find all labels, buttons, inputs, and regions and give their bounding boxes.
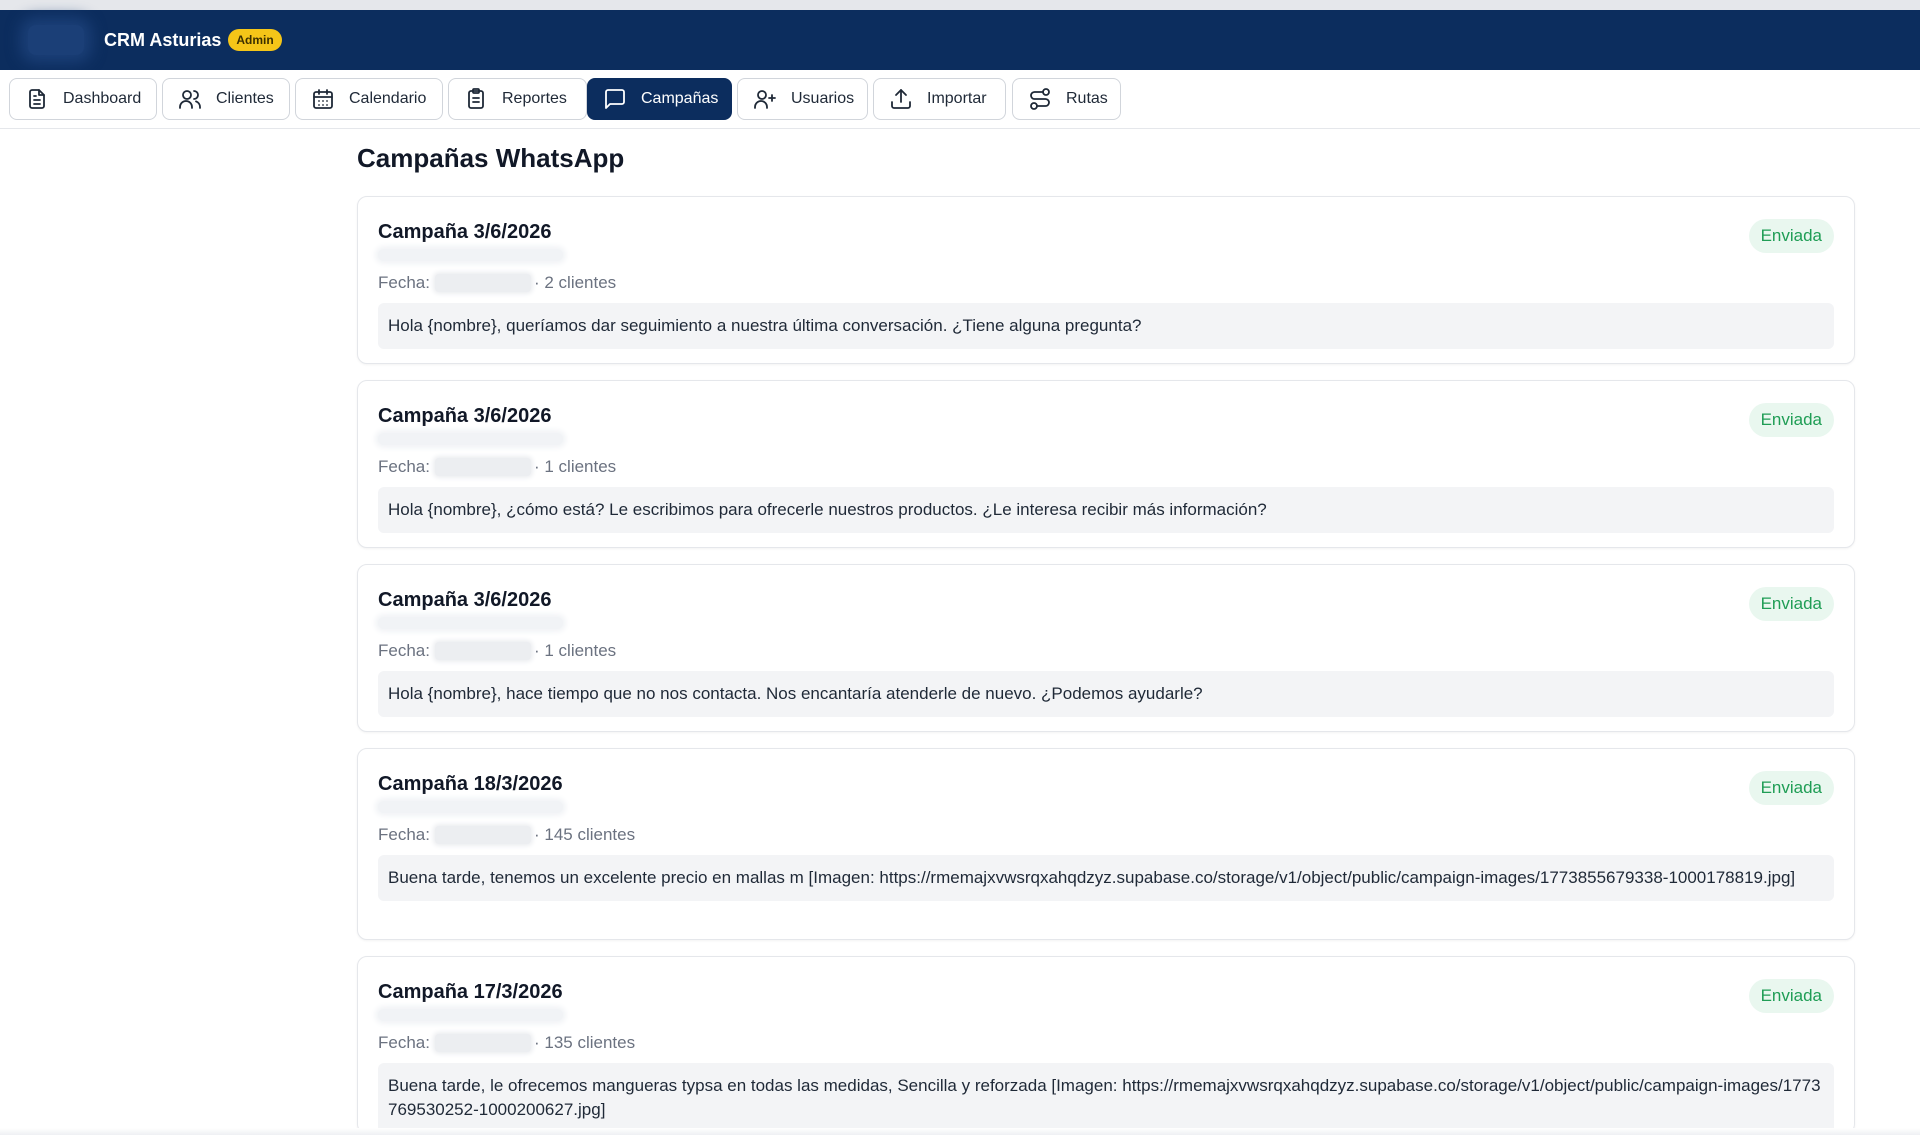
nav-label: Dashboard — [63, 90, 142, 107]
campaign-message: Hola {nombre}, hace tiempo que no nos co… — [378, 671, 1834, 717]
campaign-message: Hola {nombre}, queríamos dar seguimiento… — [378, 303, 1834, 349]
users-icon — [179, 90, 201, 109]
nav-calendario[interactable]: Calendario — [295, 78, 443, 120]
blurred-date — [434, 642, 531, 660]
nav-label: Usuarios — [791, 90, 855, 107]
blurred-subtitle — [378, 249, 563, 261]
date-label: Fecha: — [378, 825, 430, 844]
document-icon — [29, 89, 45, 109]
campaign-card: Campaña 3/6/2026 Enviada Fecha: · 2 clie… — [357, 196, 1855, 364]
calendar-icon — [313, 89, 333, 109]
clipboard-icon — [468, 88, 484, 109]
campaign-title: Campaña 3/6/2026 — [378, 405, 552, 427]
blurred-subtitle — [378, 1009, 563, 1021]
status-badge: Enviada — [1748, 403, 1834, 437]
blurred-date — [434, 1034, 531, 1052]
blurred-subtitle — [378, 801, 563, 813]
blurred-logo — [28, 25, 84, 55]
blurred-date — [434, 274, 531, 292]
route-icon — [1030, 88, 1050, 110]
nav-label: Calendario — [349, 90, 427, 107]
date-label: Fecha: — [378, 641, 430, 660]
campaign-meta: Fecha: · 1 clientes — [378, 457, 616, 477]
user-plus-icon — [754, 90, 776, 109]
status-badge: Enviada — [1748, 219, 1834, 253]
page-title: Campañas WhatsApp — [357, 143, 625, 173]
nav-dashboard[interactable]: Dashboard — [9, 78, 157, 120]
campaign-meta: Fecha: · 2 clientes — [378, 273, 616, 293]
app-title: CRM Asturias — [104, 29, 222, 50]
nav-label: Clientes — [216, 90, 274, 107]
campaign-meta: Fecha: · 1 clientes — [378, 641, 616, 661]
campaign-title: Campaña 18/3/2026 — [378, 773, 563, 795]
campaign-message: Buena tarde, tenemos un excelente precio… — [378, 855, 1834, 901]
main-nav: Dashboard Clientes Calendario Reportes C… — [0, 70, 1920, 129]
nav-rutas[interactable]: Rutas — [1012, 78, 1121, 120]
blurred-date — [434, 458, 531, 476]
campaign-card: Campaña 3/6/2026 Enviada Fecha: · 1 clie… — [357, 564, 1855, 732]
nav-label: Campañas — [641, 90, 719, 107]
campaign-title: Campaña 17/3/2026 — [378, 981, 563, 1003]
date-label: Fecha: — [378, 1033, 430, 1052]
campaign-message: Hola {nombre}, ¿cómo está? Le escribimos… — [378, 487, 1834, 533]
blurred-subtitle — [378, 617, 563, 629]
bottom-edge — [0, 1128, 1920, 1135]
blurred-date — [434, 826, 531, 844]
nav-usuarios[interactable]: Usuarios — [737, 78, 868, 120]
campaign-meta: Fecha: · 145 clientes — [378, 825, 635, 845]
nav-campanas[interactable]: Campañas — [587, 78, 732, 120]
client-count: · 145 clientes — [533, 825, 636, 844]
message-square-icon — [605, 89, 625, 109]
nav-label: Rutas — [1066, 90, 1108, 107]
client-count: · 1 clientes — [533, 641, 617, 660]
campaign-card: Campaña 18/3/2026 Enviada Fecha: · 145 c… — [357, 748, 1855, 940]
client-count: · 135 clientes — [533, 1033, 636, 1052]
app-header: CRM Asturias Admin — [0, 10, 1920, 70]
upload-icon — [891, 89, 911, 109]
status-badge: Enviada — [1748, 771, 1834, 805]
status-badge: Enviada — [1748, 979, 1834, 1013]
nav-label: Reportes — [502, 90, 567, 107]
client-count: · 2 clientes — [533, 273, 617, 292]
status-badge: Enviada — [1748, 587, 1834, 621]
campaign-message: Buena tarde, le ofrecemos mangueras typs… — [378, 1063, 1834, 1133]
date-label: Fecha: — [378, 273, 430, 292]
nav-label: Importar — [927, 90, 987, 107]
browser-top-strip — [0, 0, 1920, 10]
nav-reportes[interactable]: Reportes — [448, 78, 587, 120]
nav-clientes[interactable]: Clientes — [162, 78, 290, 120]
campaign-card: Campaña 17/3/2026 Enviada Fecha: · 135 c… — [357, 956, 1855, 1134]
role-badge: Admin — [228, 29, 282, 51]
blurred-subtitle — [378, 433, 563, 445]
client-count: · 1 clientes — [533, 457, 617, 476]
date-label: Fecha: — [378, 457, 430, 476]
campaign-meta: Fecha: · 135 clientes — [378, 1033, 635, 1053]
campaign-title: Campaña 3/6/2026 — [378, 221, 552, 243]
campaign-card: Campaña 3/6/2026 Enviada Fecha: · 1 clie… — [357, 380, 1855, 548]
nav-importar[interactable]: Importar — [873, 78, 1006, 120]
campaign-title: Campaña 3/6/2026 — [378, 589, 552, 611]
